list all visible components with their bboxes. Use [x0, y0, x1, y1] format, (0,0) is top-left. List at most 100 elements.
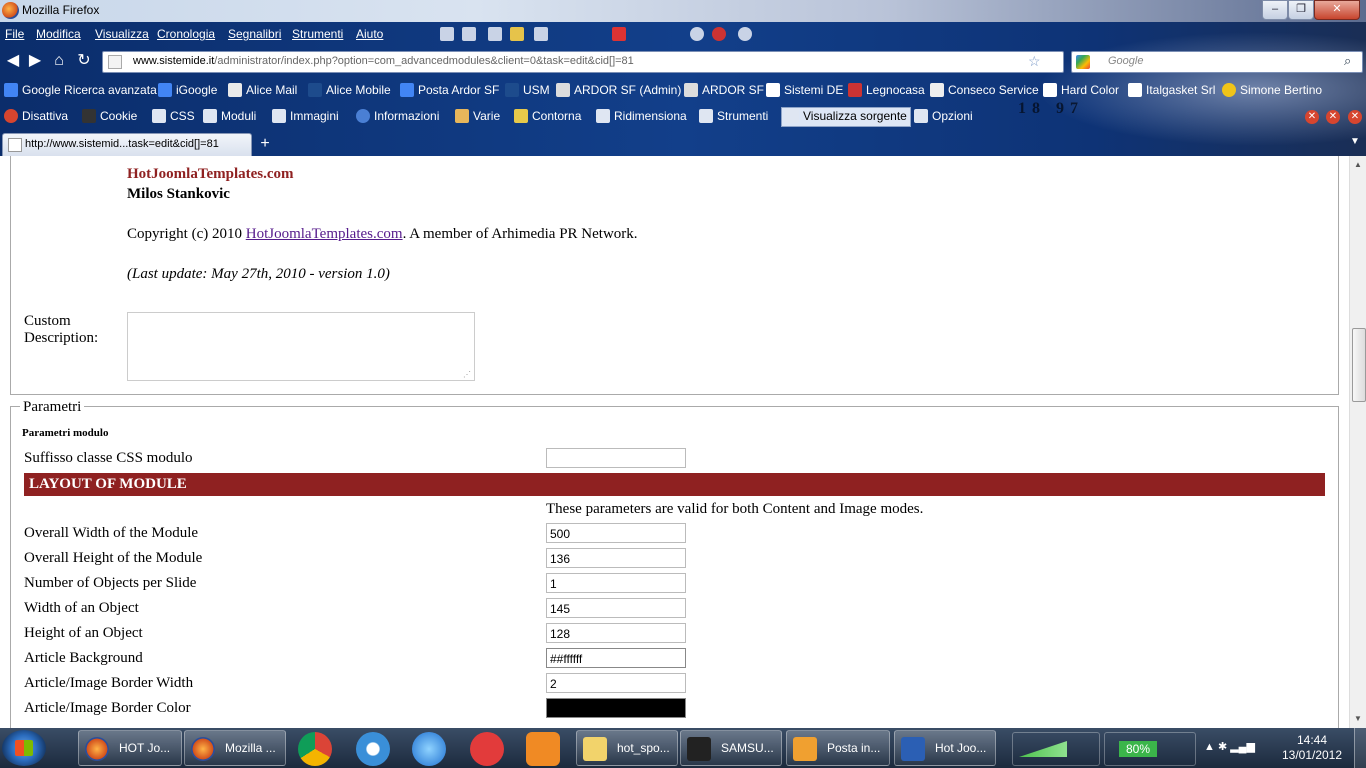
devtool-css[interactable]: CSS	[152, 109, 195, 123]
menu-visualizza[interactable]: Visualizza	[95, 27, 149, 41]
adblock-icon[interactable]	[712, 27, 726, 41]
new-tab-button[interactable]: +	[254, 134, 276, 154]
battery-indicator[interactable]: 80%	[1104, 732, 1196, 766]
search-icon[interactable]: ⌕	[1344, 53, 1351, 69]
custom-description-label: Custom Description:	[24, 313, 99, 346]
bookmark-google-ricerca[interactable]: Google Ricerca avanzata	[4, 83, 157, 97]
bookmark-simone-bertino[interactable]: Simone Bertino	[1222, 83, 1322, 97]
home-button[interactable]: ⌂	[50, 52, 68, 70]
tool-icon[interactable]	[488, 27, 502, 41]
bookmark-alice-mobile[interactable]: Alice Mobile	[308, 83, 391, 97]
tab-list-icon[interactable]: ▼	[1350, 136, 1360, 147]
start-button[interactable]	[2, 730, 46, 766]
tray-icons[interactable]: ▲ ✱ ▂▄▆	[1204, 740, 1255, 753]
menu-file[interactable]: File	[5, 27, 24, 41]
object-width-input[interactable]: 145	[546, 598, 686, 618]
object-height-input[interactable]: 128	[546, 623, 686, 643]
author-name: Milos Stankovic	[127, 186, 230, 202]
chat-icon[interactable]	[690, 27, 704, 41]
devtool-varie[interactable]: Varie	[455, 109, 500, 123]
devtool-ridimensiona[interactable]: Ridimensiona	[596, 109, 687, 123]
border-width-input[interactable]: 2	[546, 673, 686, 693]
devtool-informazioni[interactable]: Informazioni	[356, 109, 439, 123]
taskbar-item-samsu[interactable]: SAMSU...	[680, 730, 782, 766]
field-label-objects-per-slide: Number of Objects per Slide	[24, 575, 197, 591]
bookmark-star-icon[interactable]: ☆	[1028, 53, 1041, 70]
bookmark-sistemi-de[interactable]: Sistemi DE	[766, 83, 843, 97]
scroll-down-icon[interactable]: ▼	[1354, 714, 1362, 723]
article-background-input[interactable]: ##ffffff	[546, 648, 686, 668]
taskbar-item-hot-spo[interactable]: hot_spo...	[576, 730, 678, 766]
menu-strumenti[interactable]: Strumenti	[292, 27, 343, 41]
devtool-strumenti[interactable]: Strumenti	[699, 109, 768, 123]
wand-icon[interactable]	[534, 27, 548, 41]
devtool-cookie[interactable]: Cookie	[82, 109, 137, 123]
devtool-moduli[interactable]: Moduli	[203, 109, 256, 123]
bookmark-alice-mail[interactable]: Alice Mail	[228, 83, 297, 97]
addon-icon[interactable]	[462, 27, 476, 41]
bookmark-conseco[interactable]: Conseco Service	[930, 83, 1039, 97]
bookmark-posta-ardor[interactable]: Posta Ardor SF	[400, 83, 499, 97]
internet-explorer-icon[interactable]	[412, 732, 446, 766]
scrollbar-thumb[interactable]	[1352, 328, 1366, 402]
system-clock[interactable]: 14:44 13/01/2012	[1276, 733, 1348, 763]
error-indicator-icon[interactable]: ✕	[1305, 110, 1319, 124]
bookmark-legnocasa[interactable]: Legnocasa	[848, 83, 925, 97]
menu-modifica[interactable]: Modifica	[36, 27, 81, 41]
devtool-opzioni[interactable]: Opzioni	[914, 109, 973, 123]
back-button[interactable]: ◀	[4, 52, 22, 70]
search-bar[interactable]: Google ⌕	[1071, 51, 1363, 73]
bookmark-usm[interactable]: USM	[505, 83, 550, 97]
menu-segnalibri[interactable]: Segnalibri	[228, 27, 281, 41]
chrome-icon[interactable]	[298, 732, 332, 766]
vertical-scrollbar[interactable]: ▲ ▼	[1349, 156, 1366, 728]
taskbar-item-hot-jo[interactable]: HOT Jo...	[78, 730, 182, 766]
devtool-disattiva[interactable]: Disattiva	[4, 109, 68, 123]
scroll-up-icon[interactable]: ▲	[1354, 160, 1362, 169]
firefox-icon	[85, 737, 109, 761]
border-color-input[interactable]	[546, 698, 686, 718]
minimize-button[interactable]: –	[1262, 0, 1288, 20]
reload-button[interactable]: ↻	[75, 52, 93, 70]
close-toolbar-icon[interactable]: ✕	[1348, 110, 1362, 124]
bookmark-ardor-sf[interactable]: ARDOR SF	[684, 83, 764, 97]
menu-aiuto[interactable]: Aiuto	[356, 27, 383, 41]
devtool-contorna[interactable]: Contorna	[514, 109, 581, 123]
show-desktop-button[interactable]	[1354, 728, 1366, 768]
close-window-button[interactable]: ✕	[1314, 0, 1360, 20]
overall-height-input[interactable]: 136	[546, 548, 686, 568]
layout-note: These parameters are valid for both Cont…	[546, 501, 924, 517]
gear-icon[interactable]	[440, 27, 454, 41]
taskbar-item-mozilla[interactable]: Mozilla ...	[184, 730, 286, 766]
maximize-button[interactable]: ❐	[1288, 0, 1314, 20]
url-bar[interactable]: www.sistemide.it/administrator/index.php…	[102, 51, 1064, 73]
field-label-object-height: Height of an Object	[24, 625, 143, 641]
resize-grip-icon[interactable]: ⋰	[463, 370, 471, 379]
bookmark-igoogle[interactable]: iGoogle	[158, 83, 217, 97]
bookmark-ardor-admin[interactable]: ARDOR SF (Admin)	[556, 83, 681, 97]
css-suffix-input[interactable]	[546, 448, 686, 468]
network-signal-icon[interactable]	[1012, 732, 1100, 766]
copyright-link[interactable]: HotJoomlaTemplates.com	[246, 226, 403, 242]
menu-cronologia[interactable]: Cronologia	[157, 27, 215, 41]
bookmark-italgasket[interactable]: Italgasket Srl	[1128, 83, 1215, 97]
app-red-icon[interactable]	[470, 732, 504, 766]
warning-indicator-icon[interactable]: ✕	[1326, 110, 1340, 124]
taskbar-item-hot-joo[interactable]: Hot Joo...	[894, 730, 996, 766]
folder-icon[interactable]	[510, 27, 524, 41]
safari-icon[interactable]	[356, 732, 390, 766]
objects-per-slide-input[interactable]: 1	[546, 573, 686, 593]
sync-icon[interactable]	[738, 27, 752, 41]
bookmark-hard-color[interactable]: Hard Color	[1043, 83, 1119, 97]
tab-active[interactable]: http://www.sistemid...task=edit&cid[]=81	[2, 133, 252, 156]
site-link[interactable]: HotJoomlaTemplates.com	[127, 166, 294, 183]
forward-button[interactable]: ▶	[26, 52, 44, 70]
devtool-immagini[interactable]: Immagini	[272, 109, 339, 123]
custom-description-textarea[interactable]: ⋰	[127, 312, 475, 381]
field-label-article-background: Article Background	[24, 650, 143, 666]
devtool-visualizza-sorgente[interactable]: Visualizza sorgente	[781, 107, 911, 127]
overall-width-input[interactable]: 500	[546, 523, 686, 543]
s-addon-icon[interactable]	[612, 27, 626, 41]
media-player-icon[interactable]	[526, 732, 560, 766]
taskbar-item-posta[interactable]: Posta in...	[786, 730, 890, 766]
